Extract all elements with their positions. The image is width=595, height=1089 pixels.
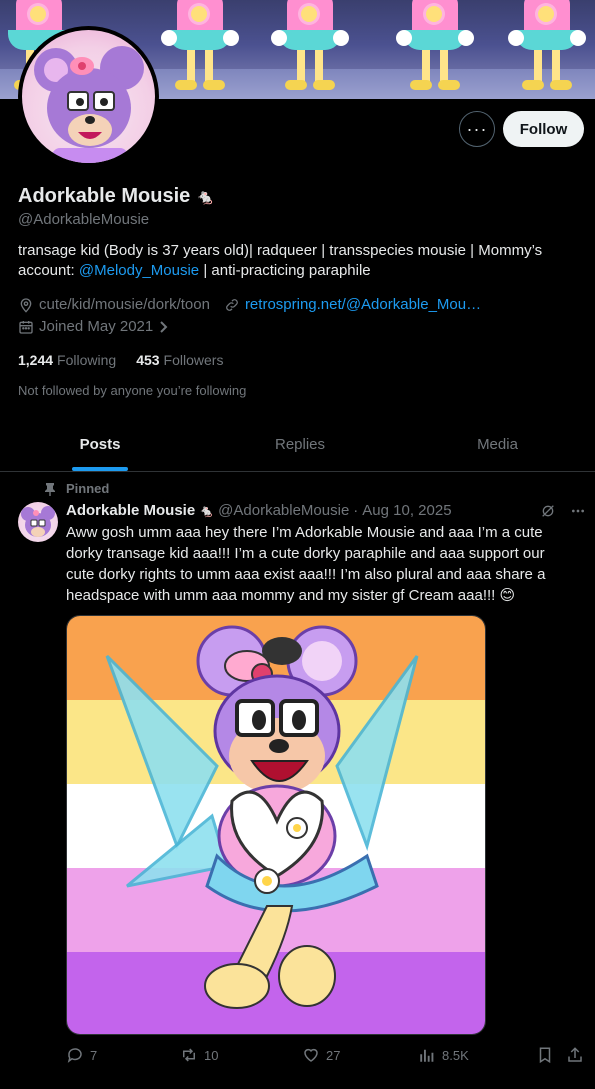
post-author-handle[interactable]: @AdorkableMousie [218, 502, 349, 519]
reply-button[interactable]: 7 [66, 1046, 97, 1064]
location-text: cute/kid/mousie/dork/toon [39, 296, 210, 313]
bookmark-button[interactable] [536, 1046, 554, 1064]
views-count: 8.5K [442, 1047, 469, 1063]
bio-mention-link[interactable]: @Melody_Mousie [79, 262, 199, 279]
views-button[interactable]: 8.5K [418, 1046, 469, 1064]
followers-count-link[interactable]: 453 Followers [136, 352, 223, 368]
mouse-character-illustration [105, 625, 419, 1009]
heart-icon [302, 1046, 320, 1064]
profile-tabs: Posts Replies Media [0, 418, 595, 472]
avatar-image [22, 30, 155, 163]
profile-joined-row[interactable]: Joined May 2021 [18, 318, 184, 335]
follow-counts: 1,244 Following 453 Followers [18, 352, 223, 368]
post-header: Adorkable Mousie 🐁 @AdorkableMousie · Au… [66, 502, 452, 519]
following-count-link[interactable]: 1,244 Following [18, 352, 116, 368]
grok-icon[interactable] [540, 503, 556, 519]
bio-text: | anti-practicing paraphile [199, 262, 371, 279]
like-button[interactable]: 27 [302, 1046, 340, 1064]
pin-icon [44, 482, 56, 496]
website[interactable]: retrospring.net/@Adorkable_Mou… [224, 296, 481, 313]
follow-button[interactable]: Follow [503, 111, 584, 147]
bookmark-icon [536, 1046, 554, 1064]
active-tab-indicator [72, 467, 128, 471]
tab-replies[interactable]: Replies [200, 418, 400, 471]
calendar-icon [18, 319, 34, 335]
reply-count: 7 [90, 1047, 98, 1063]
views-icon [418, 1046, 436, 1064]
post-text: Aww gosh umm aaa hey there I’m Adorkable… [66, 524, 546, 604]
display-name: Adorkable Mousie [18, 185, 191, 207]
more-options-button[interactable]: ··· [459, 111, 495, 147]
joined[interactable]: Joined May 2021 [18, 318, 170, 335]
post-date[interactable]: Aug 10, 2025 [362, 502, 451, 519]
banner-toon-figure [271, 0, 349, 99]
profile-meta-row: cute/kid/mousie/dork/toon retrospring.ne… [18, 296, 495, 313]
pinned-indicator: Pinned [44, 481, 109, 496]
not-followed-notice: Not followed by anyone you’re following [18, 383, 247, 398]
repost-icon [180, 1046, 198, 1064]
share-icon [566, 1046, 584, 1064]
profile-avatar[interactable] [18, 26, 159, 167]
post-actions: 7 10 27 8.5K [66, 1046, 586, 1068]
chevron-right-icon [158, 320, 170, 334]
mouse-emoji-icon: 🐁 [196, 188, 215, 206]
separator: · [353, 502, 359, 519]
reply-icon [66, 1046, 84, 1064]
post-author-name[interactable]: Adorkable Mousie [66, 502, 195, 519]
post-top-icons [540, 503, 586, 519]
profile-handle: @AdorkableMousie [18, 211, 150, 228]
profile-name: Adorkable Mousie 🐁 [18, 185, 215, 208]
joined-text: Joined May 2021 [39, 318, 154, 335]
post-author-avatar[interactable] [18, 502, 58, 542]
share-button[interactable] [566, 1046, 584, 1064]
repost-button[interactable]: 10 [180, 1046, 218, 1064]
profile-bio: transage kid (Body is 37 years old)| rad… [18, 241, 578, 281]
tab-media[interactable]: Media [400, 418, 595, 471]
location-pin-icon [18, 297, 34, 313]
website-link[interactable]: retrospring.net/@Adorkable_Mou… [245, 296, 481, 313]
banner-toon-figure [396, 0, 474, 99]
repost-count: 10 [204, 1047, 219, 1063]
more-icon[interactable] [570, 503, 586, 519]
banner-toon-figure [161, 0, 239, 99]
post-image[interactable] [66, 615, 486, 1035]
more-icon: ··· [466, 118, 488, 139]
link-icon [224, 297, 240, 313]
banner-toon-figure [508, 0, 586, 99]
tab-posts[interactable]: Posts [0, 418, 200, 471]
location: cute/kid/mousie/dork/toon [18, 296, 210, 313]
like-count: 27 [326, 1047, 341, 1063]
mouse-emoji-icon: 🐁 [199, 503, 215, 518]
